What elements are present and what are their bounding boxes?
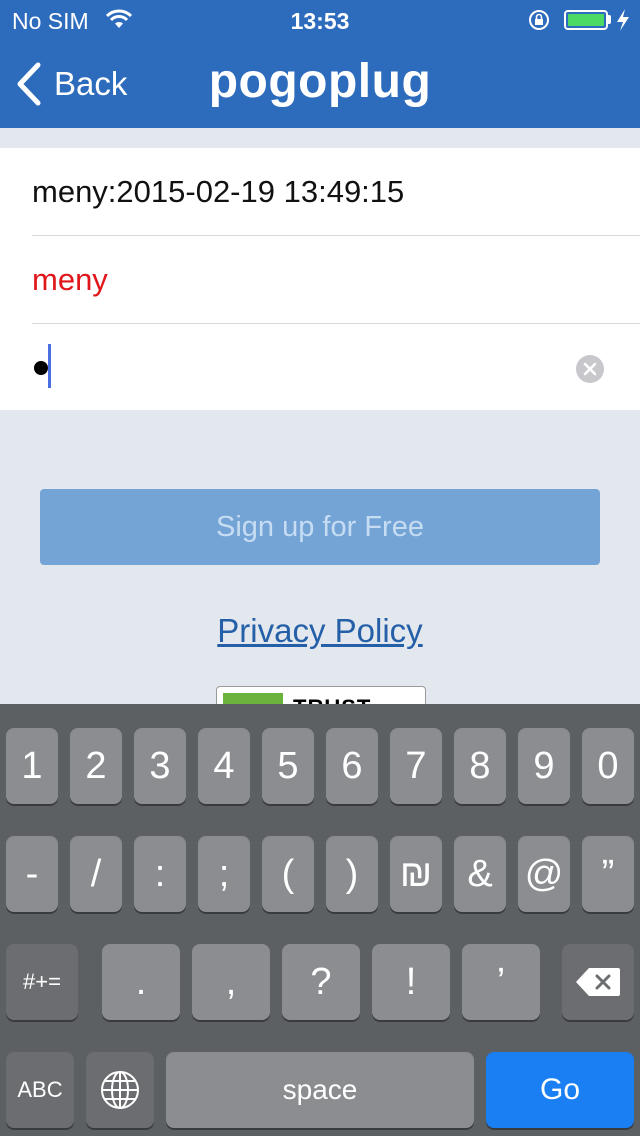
battery-tip bbox=[608, 15, 611, 24]
key-4[interactable]: 4 bbox=[198, 728, 250, 804]
close-icon bbox=[583, 362, 597, 376]
space-key[interactable]: space bbox=[166, 1052, 474, 1128]
keyboard: 1 2 3 4 5 6 7 8 9 0 - / : ; ( ) ₪ & @ ” … bbox=[0, 704, 640, 1136]
key-7[interactable]: 7 bbox=[390, 728, 442, 804]
key-label: ₪ bbox=[399, 853, 433, 895]
key-label: 2 bbox=[85, 745, 107, 787]
key-label: 4 bbox=[213, 745, 235, 787]
password-mask-dot bbox=[34, 361, 48, 375]
key-label: Go bbox=[539, 1073, 581, 1106]
key-8[interactable]: 8 bbox=[454, 728, 506, 804]
key-label: 5 bbox=[277, 745, 299, 787]
key-label: ) bbox=[345, 853, 359, 895]
key-label: @ bbox=[524, 853, 564, 895]
charging-bolt-icon bbox=[617, 9, 629, 31]
key-label: : bbox=[154, 853, 166, 895]
keyboard-switch-key[interactable] bbox=[86, 1052, 154, 1128]
key-label: 6 bbox=[341, 745, 363, 787]
key-colon[interactable]: : bbox=[134, 836, 186, 912]
navigation-bar: Back pogoplug bbox=[0, 40, 640, 128]
key-at[interactable]: @ bbox=[518, 836, 570, 912]
key-question[interactable]: ? bbox=[282, 944, 360, 1020]
key-comma[interactable]: , bbox=[192, 944, 270, 1020]
key-ampersand[interactable]: & bbox=[454, 836, 506, 912]
key-2[interactable]: 2 bbox=[70, 728, 122, 804]
key-label: . bbox=[135, 961, 147, 1003]
key-label: 9 bbox=[533, 745, 555, 787]
key-label: 1 bbox=[21, 745, 43, 787]
key-semicolon[interactable]: ; bbox=[198, 836, 250, 912]
key-1[interactable]: 1 bbox=[6, 728, 58, 804]
key-period[interactable]: . bbox=[102, 944, 180, 1020]
key-label: ; bbox=[218, 853, 230, 895]
key-label: #+= bbox=[23, 969, 61, 994]
key-3[interactable]: 3 bbox=[134, 728, 186, 804]
battery-icon bbox=[564, 10, 608, 30]
key-label: 0 bbox=[597, 745, 619, 787]
privacy-policy-link[interactable]: Privacy Policy bbox=[0, 612, 640, 650]
key-9[interactable]: 9 bbox=[518, 728, 570, 804]
text-cursor bbox=[48, 344, 51, 388]
key-label: space bbox=[282, 1074, 358, 1105]
key-label: ’ bbox=[496, 961, 506, 1003]
signup-form: meny:2015-02-19 13:49:15 meny bbox=[0, 148, 640, 410]
key-exclamation[interactable]: ! bbox=[372, 944, 450, 1020]
status-bar: No SIM 13:53 bbox=[0, 0, 640, 40]
sign-up-button[interactable]: Sign up for Free bbox=[40, 489, 600, 565]
key-label: - bbox=[25, 853, 39, 895]
go-key[interactable]: Go bbox=[486, 1052, 634, 1128]
key-label: 8 bbox=[469, 745, 491, 787]
key-6[interactable]: 6 bbox=[326, 728, 378, 804]
key-open-paren[interactable]: ( bbox=[262, 836, 314, 912]
key-hyphen[interactable]: - bbox=[6, 836, 58, 912]
key-close-paren[interactable]: ) bbox=[326, 836, 378, 912]
key-slash[interactable]: / bbox=[70, 836, 122, 912]
delete-key[interactable] bbox=[562, 944, 634, 1020]
globe-icon bbox=[101, 1071, 139, 1109]
username-value: meny bbox=[32, 262, 108, 297]
key-label: 3 bbox=[149, 745, 171, 787]
rotation-lock-icon bbox=[529, 10, 549, 30]
key-label: & bbox=[467, 853, 493, 895]
key-shekel[interactable]: ₪ bbox=[390, 836, 442, 912]
key-0[interactable]: 0 bbox=[582, 728, 634, 804]
pogoplug-logo: pogoplug bbox=[208, 55, 432, 108]
password-field[interactable] bbox=[32, 324, 640, 411]
key-label: / bbox=[90, 853, 102, 895]
key-label: ABC bbox=[17, 1077, 63, 1102]
key-label: ! bbox=[405, 961, 417, 1003]
key-label: , bbox=[225, 961, 237, 1003]
key-apostrophe[interactable]: ’ bbox=[462, 944, 540, 1020]
key-quote[interactable]: ” bbox=[582, 836, 634, 912]
username-field[interactable]: meny bbox=[32, 236, 640, 324]
key-abc[interactable]: ABC bbox=[6, 1052, 74, 1128]
key-more-symbols[interactable]: #+= bbox=[6, 944, 78, 1020]
key-label: ” bbox=[601, 853, 615, 895]
key-label: 7 bbox=[405, 745, 427, 787]
email-value: meny:2015-02-19 13:49:15 bbox=[32, 174, 405, 209]
key-label: ( bbox=[281, 853, 295, 895]
key-label: ? bbox=[310, 961, 332, 1003]
backspace-icon bbox=[576, 968, 620, 996]
email-field[interactable]: meny:2015-02-19 13:49:15 bbox=[32, 148, 640, 236]
key-5[interactable]: 5 bbox=[262, 728, 314, 804]
clear-text-button[interactable] bbox=[576, 355, 604, 383]
